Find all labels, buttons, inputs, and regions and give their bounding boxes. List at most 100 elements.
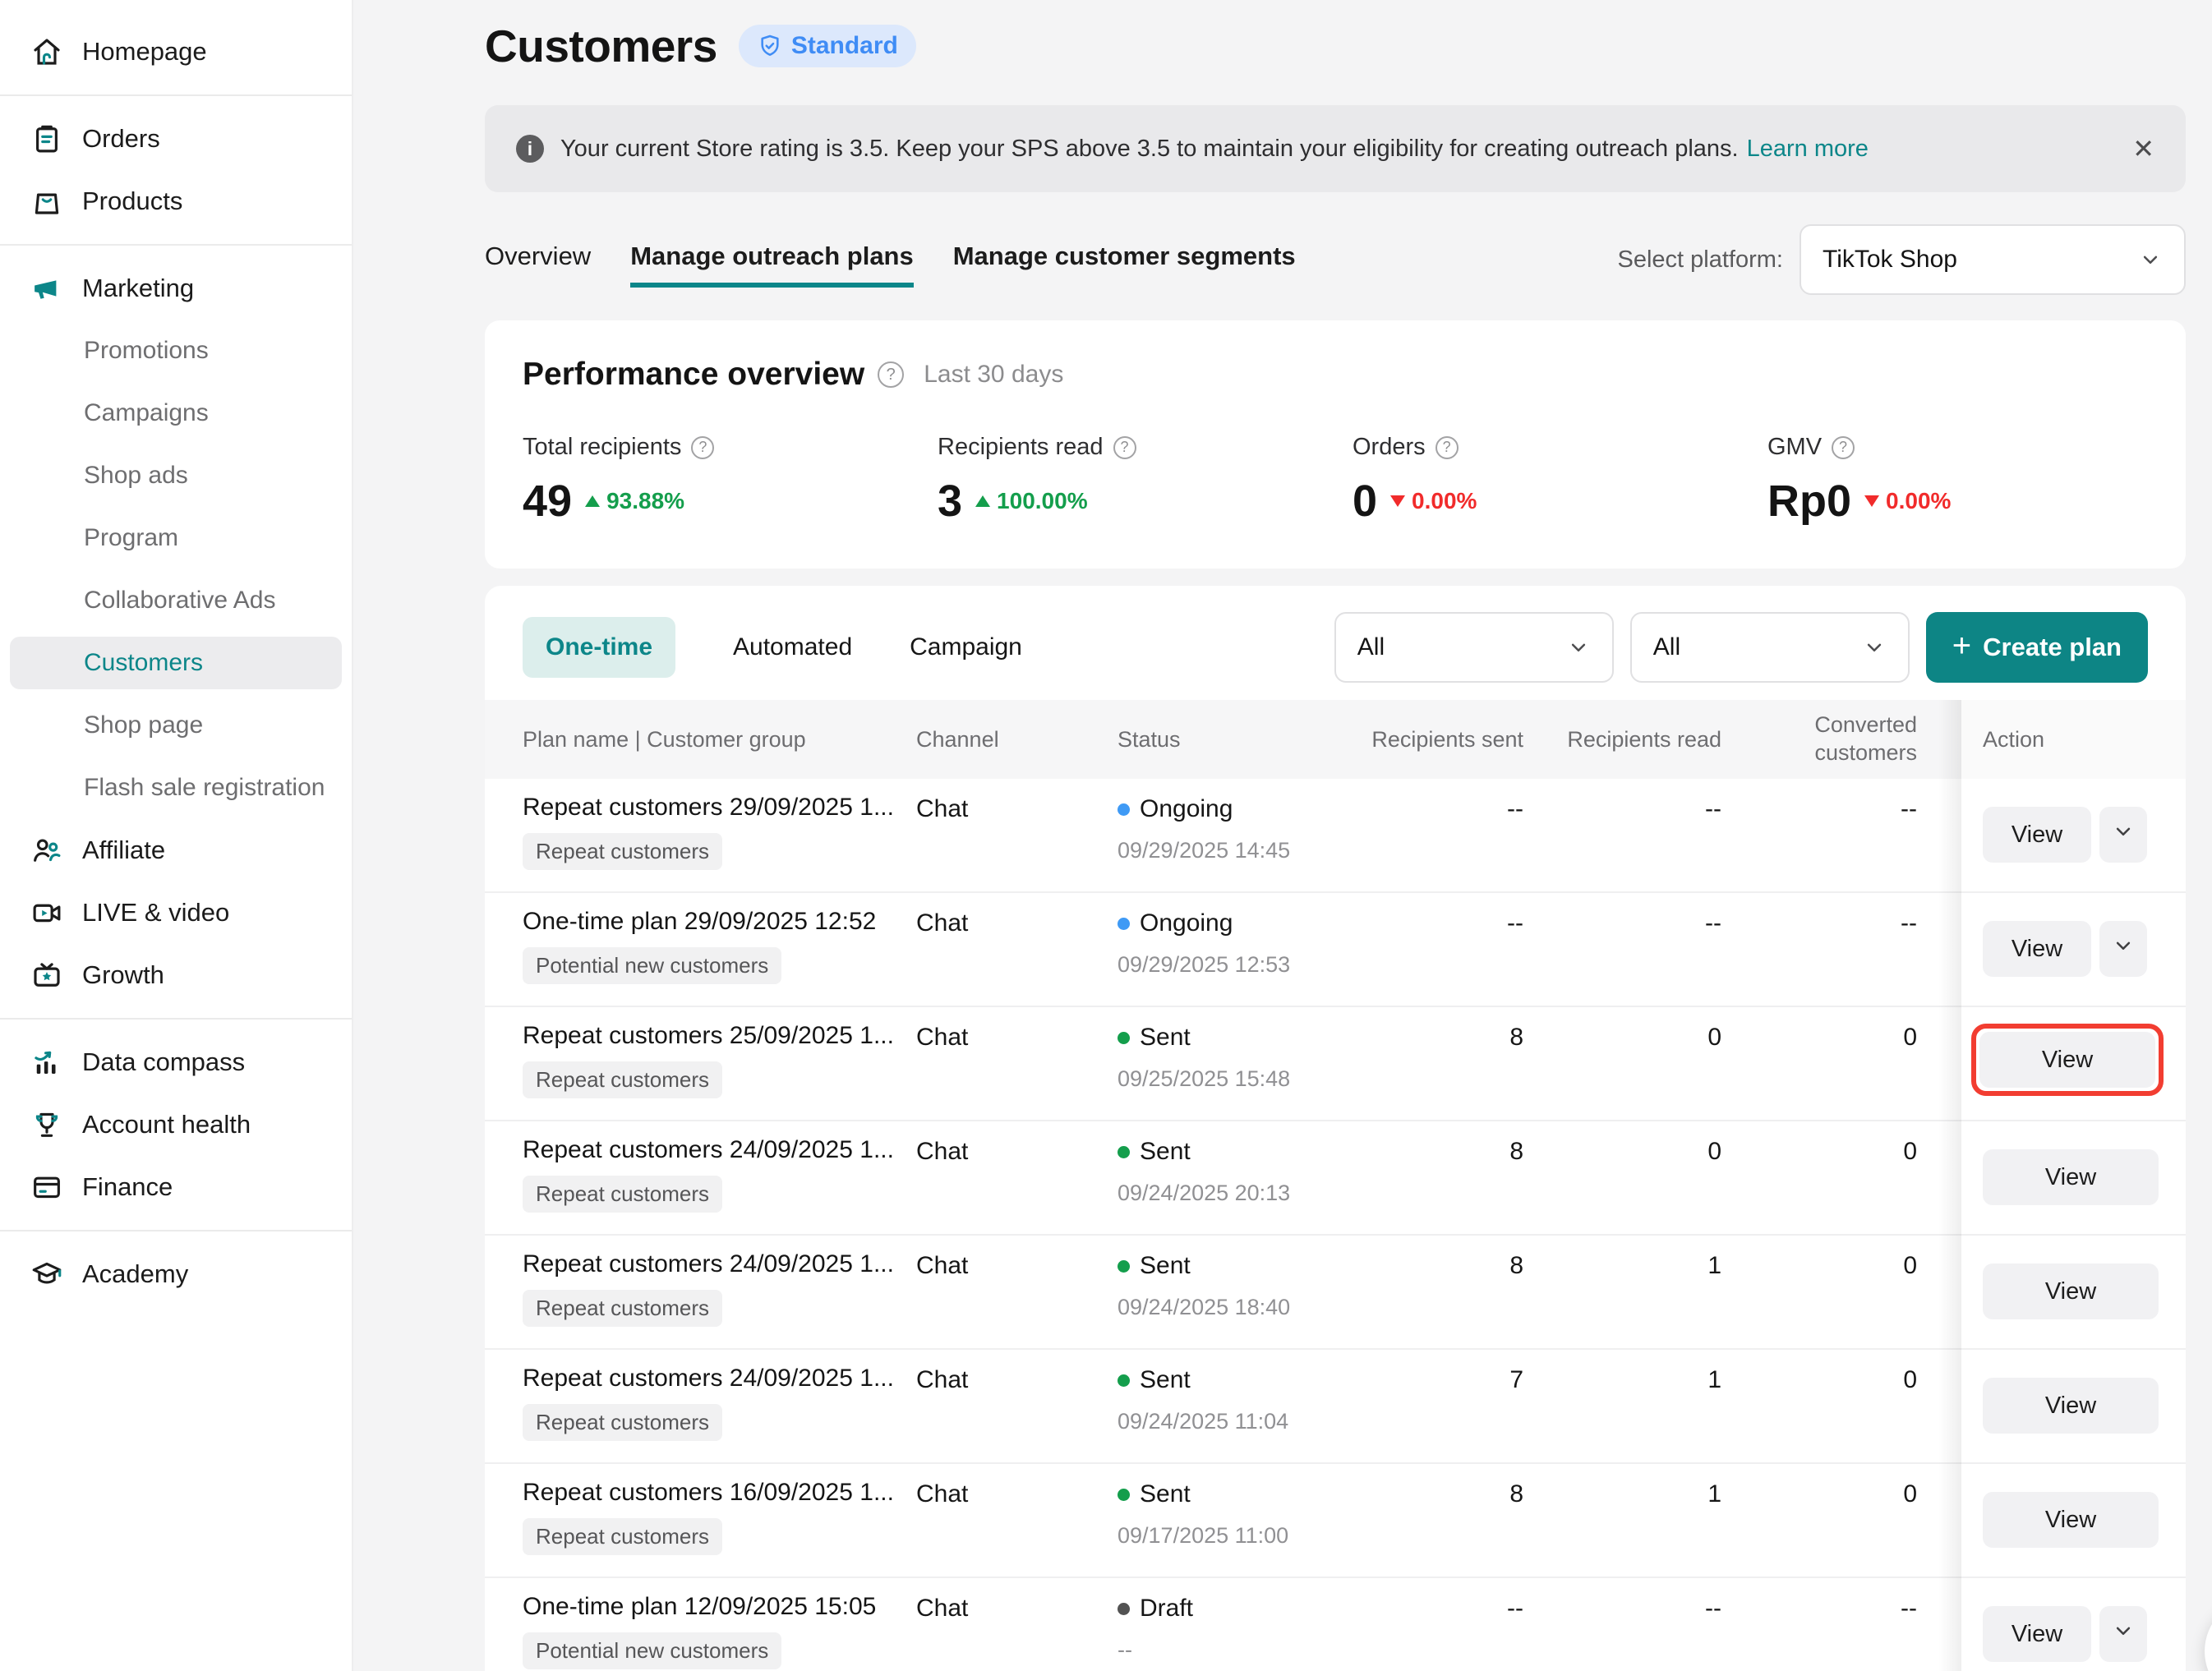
plan-type-campaign[interactable]: Campaign: [910, 633, 1022, 661]
platform-selector: Select platform: TikTok Shop: [1618, 224, 2186, 295]
info-banner: i Your current Store rating is 3.5. Keep…: [485, 105, 2186, 192]
view-button[interactable]: View: [1983, 1264, 2159, 1319]
plan-type-automated[interactable]: Automated: [733, 633, 852, 661]
stat-label: Total recipients: [523, 434, 681, 461]
create-plan-label: Create plan: [1983, 633, 2122, 662]
sidebar-item-campaigns[interactable]: Campaigns: [0, 382, 352, 444]
sidebar-item-program[interactable]: Program: [0, 507, 352, 569]
status-time: 09/17/2025 11:00: [1118, 1523, 1288, 1549]
plan-name[interactable]: Repeat customers 24/09/2025 1...: [523, 1250, 894, 1278]
column-channel: Channel: [916, 700, 999, 779]
help-icon[interactable]: ?: [691, 436, 714, 459]
tab-manage-customer-segments[interactable]: Manage customer segments: [953, 242, 1296, 288]
stat-value: 3: [938, 476, 962, 527]
help-icon[interactable]: ?: [1435, 436, 1459, 459]
sidebar-item-orders[interactable]: Orders: [0, 108, 352, 170]
view-dropdown-button[interactable]: [2099, 807, 2147, 863]
filter-row: One-time Automated Campaign All All + Crea…: [523, 612, 2148, 683]
column-status: Status: [1118, 700, 1181, 779]
sidebar-item-collaborative-ads[interactable]: Collaborative Ads: [0, 569, 352, 632]
status-cell: Ongoing: [1118, 909, 1233, 937]
view-button[interactable]: View: [1983, 807, 2091, 863]
banner-text: Your current Store rating is 3.5. Keep y…: [560, 136, 1739, 163]
help-icon[interactable]: ?: [1113, 436, 1136, 459]
sidebar-item-flash-sale-registration[interactable]: Flash sale registration: [0, 757, 352, 819]
action-cell: View: [1961, 1578, 2186, 1671]
view-button[interactable]: View: [1983, 1378, 2159, 1434]
status-cell: Draft: [1118, 1595, 1193, 1623]
status-dot: [1118, 1489, 1130, 1501]
column-recipients-sent: Recipients sent: [1359, 700, 1523, 779]
close-icon[interactable]: ✕: [2132, 133, 2154, 164]
marketing-icon: [30, 271, 64, 306]
status-time: 09/29/2025 14:45: [1118, 838, 1290, 863]
create-plan-button[interactable]: + Create plan: [1926, 612, 2148, 683]
plan-name[interactable]: Repeat customers 16/09/2025 1...: [523, 1479, 894, 1507]
platform-label: Select platform:: [1618, 246, 1783, 274]
stat-orders: Orders?00.00%: [1353, 434, 1767, 527]
status-label: Sent: [1140, 1252, 1191, 1280]
recipients-sent-cell: 8: [1359, 1480, 1523, 1508]
sidebar-item-academy[interactable]: Academy: [0, 1243, 352, 1305]
table-row: Repeat customers 24/09/2025 1...Repeat c…: [485, 1121, 1961, 1236]
channel-cell: Chat: [916, 1138, 968, 1166]
sidebar-item-growth[interactable]: Growth: [0, 944, 352, 1006]
learn-more-link[interactable]: Learn more: [1747, 136, 1869, 163]
filter-select-1[interactable]: All: [1334, 612, 1614, 683]
plan-name[interactable]: Repeat customers 29/09/2025 1...: [523, 794, 894, 822]
plan-name[interactable]: Repeat customers 25/09/2025 1...: [523, 1022, 894, 1050]
sidebar-item-data-compass[interactable]: Data compass: [0, 1031, 352, 1093]
view-dropdown-button[interactable]: [2099, 921, 2147, 977]
plan-name[interactable]: Repeat customers 24/09/2025 1...: [523, 1136, 894, 1164]
badge-label: Standard: [791, 32, 898, 60]
floating-help-button[interactable]: [2205, 1598, 2212, 1671]
table-row: One-time plan 12/09/2025 15:05Potential …: [485, 1578, 1961, 1671]
sidebar-divider: [0, 244, 352, 246]
finance-icon: [30, 1170, 64, 1204]
tab-manage-outreach-plans[interactable]: Manage outreach plans: [630, 242, 914, 288]
chevron-down-icon: [2111, 819, 2136, 850]
sidebar-item-promotions[interactable]: Promotions: [0, 320, 352, 382]
view-button[interactable]: View: [1983, 1492, 2159, 1548]
plan-type-one-time[interactable]: One-time: [523, 617, 675, 678]
filter-select-2[interactable]: All: [1630, 612, 1910, 683]
tab-overview[interactable]: Overview: [485, 242, 591, 288]
platform-select[interactable]: TikTok Shop: [1800, 224, 2186, 295]
recipients-read-cell: 1: [1557, 1480, 1721, 1508]
sidebar-item-shop-page[interactable]: Shop page: [0, 694, 352, 757]
sidebar-item-affiliate[interactable]: Affiliate: [0, 819, 352, 882]
view-dropdown-button[interactable]: [2099, 1606, 2147, 1662]
plan-name[interactable]: One-time plan 29/09/2025 12:52: [523, 908, 876, 936]
recipients-sent-cell: 8: [1359, 1138, 1523, 1166]
view-button[interactable]: View: [1983, 921, 2091, 977]
sidebar-item-marketing[interactable]: Marketing: [0, 257, 352, 320]
help-icon[interactable]: ?: [878, 361, 904, 388]
status-label: Sent: [1140, 1138, 1191, 1166]
table-header: Plan name | Customer group Channel Statu…: [485, 700, 1961, 779]
sidebar-item-homepage[interactable]: Homepage: [0, 21, 352, 83]
sidebar-divider: [0, 1018, 352, 1020]
view-button[interactable]: View: [1979, 1032, 2155, 1088]
growth-icon: [30, 958, 64, 992]
sidebar-item-account-health[interactable]: Account health: [0, 1093, 352, 1156]
action-cell: View: [1961, 1121, 2186, 1236]
status-cell: Sent: [1118, 1252, 1191, 1280]
status-cell: Sent: [1118, 1024, 1191, 1052]
help-icon[interactable]: ?: [1832, 436, 1855, 459]
academy-icon: [30, 1257, 64, 1291]
view-button[interactable]: View: [1983, 1606, 2091, 1662]
status-dot: [1118, 1374, 1130, 1387]
sidebar-item-shop-ads[interactable]: Shop ads: [0, 444, 352, 507]
sidebar-item-customers[interactable]: Customers: [10, 637, 342, 689]
plan-name[interactable]: Repeat customers 24/09/2025 1...: [523, 1365, 894, 1392]
view-button[interactable]: View: [1983, 1149, 2159, 1205]
recipients-sent-cell: --: [1359, 1595, 1523, 1623]
channel-cell: Chat: [916, 795, 968, 823]
sidebar-item-products[interactable]: Products: [0, 170, 352, 232]
sidebar-item-label: Marketing: [82, 274, 194, 303]
status-dot: [1118, 1146, 1130, 1158]
plan-name[interactable]: One-time plan 12/09/2025 15:05: [523, 1593, 876, 1621]
sidebar-item-finance[interactable]: Finance: [0, 1156, 352, 1218]
sidebar-item-live-video[interactable]: LIVE & video: [0, 882, 352, 944]
table-row: Repeat customers 24/09/2025 1...Repeat c…: [485, 1350, 1961, 1464]
